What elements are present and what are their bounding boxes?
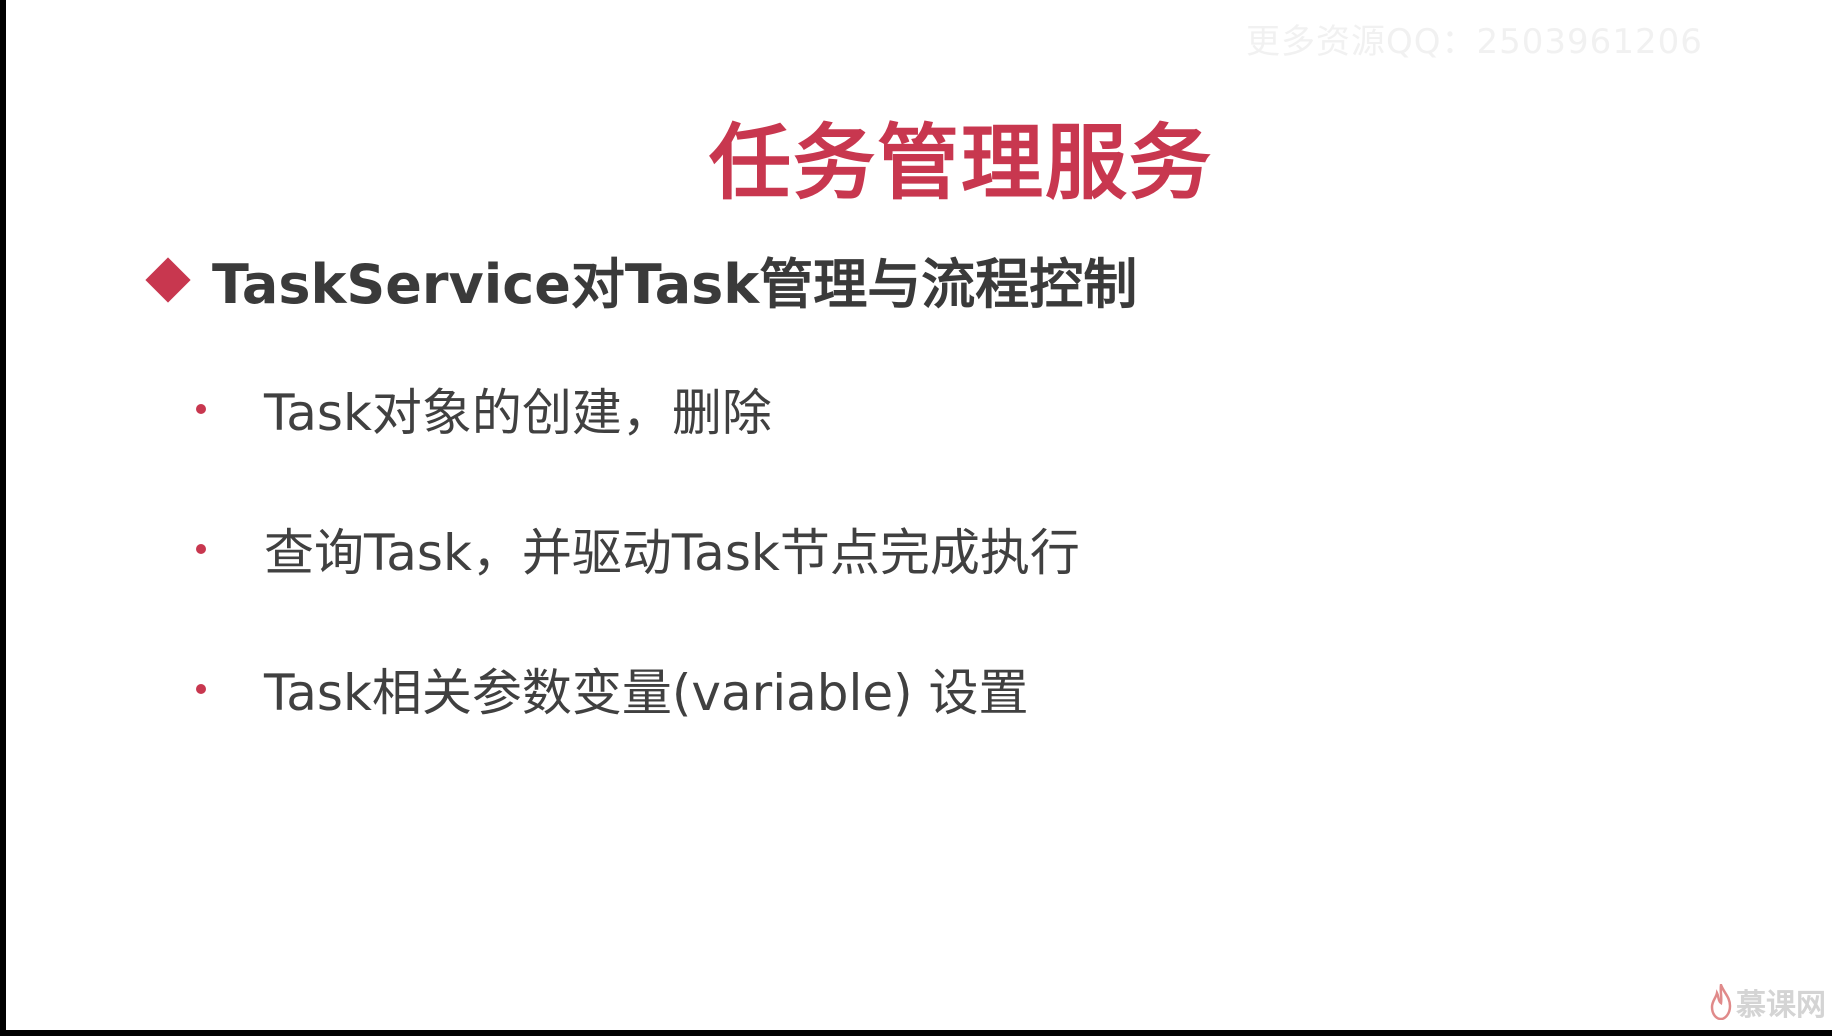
brand-name: 慕课网 [1736, 988, 1826, 1023]
section-heading-text: TaskService对Task管理与流程控制 [212, 253, 1138, 316]
list-item: 查询Task，并驱动Task节点完成执行 [196, 518, 1080, 582]
bullet-dot-icon [196, 544, 206, 554]
bullet-dot-icon [196, 404, 206, 414]
bullet-text: Task相关参数变量(variable) 设置 [264, 664, 1029, 722]
list-item: Task对象的创建，删除 [196, 378, 1080, 442]
slide-title: 任务管理服务 [708, 116, 1213, 211]
section-heading: TaskService对Task管理与流程控制 [145, 240, 1138, 319]
brand-logo: 慕课网 [1710, 980, 1826, 1024]
bottom-bar [0, 1030, 1832, 1036]
bullet-list: Task对象的创建，删除 查询Task，并驱动Task节点完成执行 Task相关… [196, 378, 1080, 798]
bullet-text: 查询Task，并驱动Task节点完成执行 [264, 524, 1080, 582]
slide: 更多资源QQ：2503961206 任务管理服务 TaskService对Tas… [6, 0, 1832, 1030]
flame-icon [1710, 984, 1732, 1020]
diamond-bullet-icon [145, 256, 191, 303]
bullet-dot-icon [196, 684, 206, 694]
list-item: Task相关参数变量(variable) 设置 [196, 658, 1080, 722]
bullet-text: Task对象的创建，删除 [264, 384, 772, 442]
watermark-text: 更多资源QQ：2503961206 [1246, 22, 1703, 62]
